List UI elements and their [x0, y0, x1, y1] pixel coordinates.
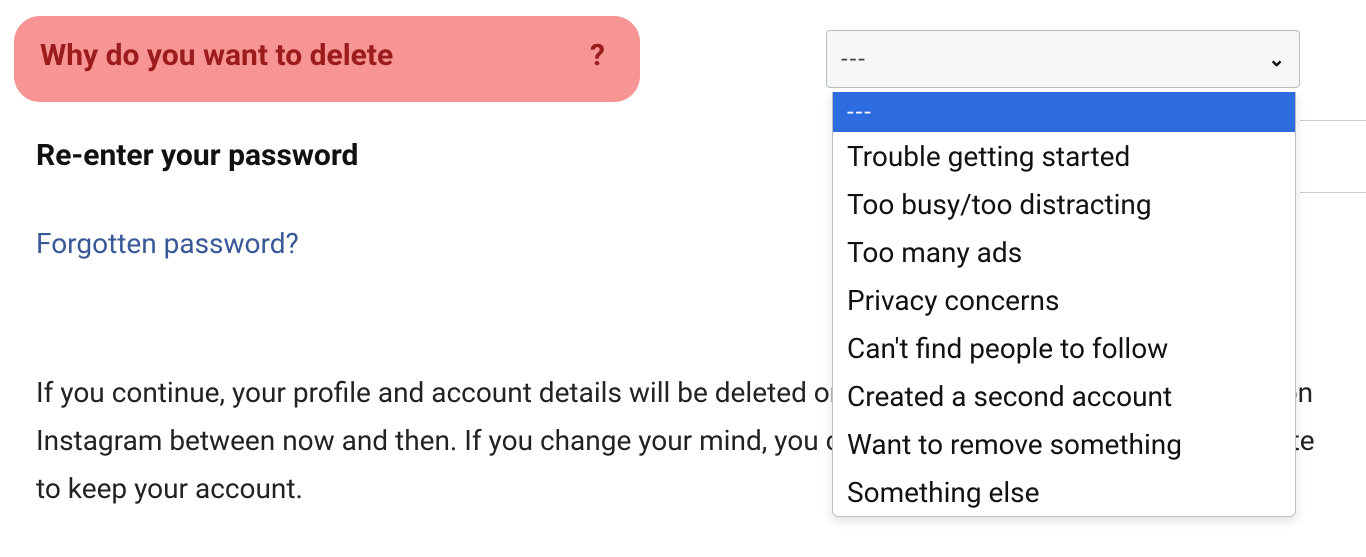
delete-reason-select[interactable]: --- ⌄ [826, 30, 1300, 88]
delete-reason-option[interactable]: Created a second account [833, 372, 1295, 420]
delete-reason-option[interactable]: Trouble getting started [833, 132, 1295, 180]
section-divider [1300, 120, 1366, 121]
chevron-down-icon: ⌄ [1268, 47, 1285, 71]
delete-account-section: Why do you want to delete ? Re-enter you… [0, 0, 1366, 557]
delete-reason-option[interactable]: Want to remove something [833, 420, 1295, 468]
delete-reason-option[interactable]: Too many ads [833, 228, 1295, 276]
delete-reason-option[interactable]: Privacy concerns [833, 276, 1295, 324]
delete-reason-option[interactable]: Something else [833, 468, 1295, 516]
question-mark: ? [590, 38, 605, 73]
reenter-password-label: Re-enter your password [36, 138, 358, 173]
forgotten-password-link[interactable]: Forgotten password? [36, 227, 299, 260]
question-why-delete: Why do you want to delete [40, 38, 393, 73]
delete-reason-select-value: --- [841, 45, 1268, 73]
section-divider [1300, 192, 1366, 193]
delete-reason-options: --- Trouble getting started Too busy/too… [832, 92, 1296, 517]
delete-reason-option[interactable]: Can't find people to follow [833, 324, 1295, 372]
delete-reason-option[interactable]: --- [833, 92, 1295, 132]
delete-reason-option[interactable]: Too busy/too distracting [833, 180, 1295, 228]
